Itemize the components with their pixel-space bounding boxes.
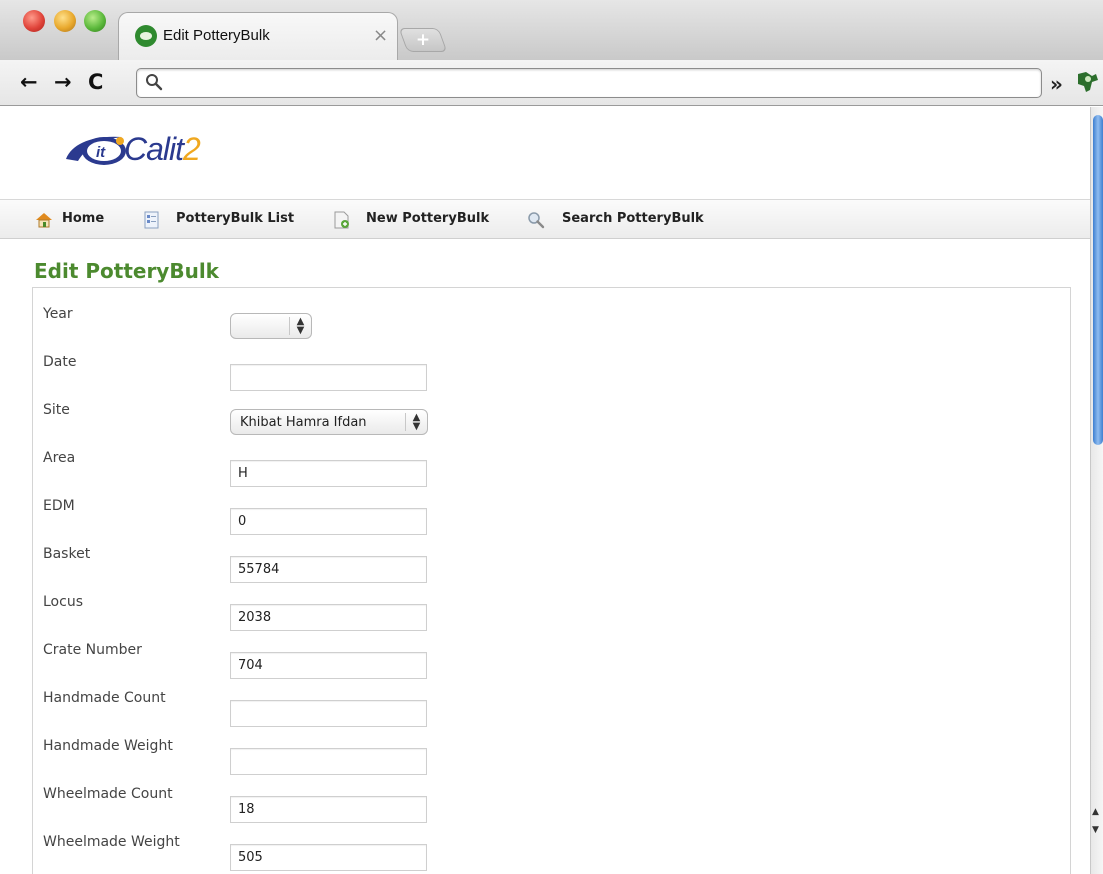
area-field[interactable]: H bbox=[230, 460, 427, 487]
scrollbar-thumb[interactable] bbox=[1093, 115, 1103, 445]
field-label: Area bbox=[43, 450, 76, 466]
extension-icon[interactable] bbox=[1074, 68, 1100, 96]
field-label: Basket bbox=[43, 546, 91, 562]
form-row-area: Area H bbox=[33, 450, 1070, 490]
year-select[interactable]: ▲ ▼ bbox=[230, 313, 312, 339]
close-window-button[interactable] bbox=[23, 10, 45, 32]
form-row-basket: Basket 55784 bbox=[33, 546, 1070, 586]
form-row-wheelmade-count: Wheelmade Count 18 bbox=[33, 786, 1070, 826]
locus-field[interactable]: 2038 bbox=[230, 604, 427, 631]
field-label: Date bbox=[43, 354, 77, 370]
tab-close-icon[interactable]: × bbox=[373, 25, 388, 46]
nav-label-new: New PotteryBulk bbox=[366, 211, 490, 226]
nav-label-list: PotteryBulk List bbox=[176, 211, 295, 226]
new-document-icon bbox=[334, 211, 349, 229]
wheelmade-count-field[interactable]: 18 bbox=[230, 796, 427, 823]
form-row-edm: EDM 0 bbox=[33, 498, 1070, 538]
select-value: Khibat Hamra Ifdan bbox=[240, 415, 367, 430]
tab-title: Edit PotteryBulk bbox=[163, 27, 270, 44]
basket-field[interactable]: 55784 bbox=[230, 556, 427, 583]
logo-badge-text: it bbox=[96, 144, 106, 161]
page-title: Edit PotteryBulk bbox=[34, 259, 219, 283]
plus-icon: + bbox=[415, 30, 431, 50]
zoom-window-button[interactable] bbox=[84, 10, 106, 32]
handmade-count-field[interactable] bbox=[230, 700, 427, 727]
select-arrows-icon: ▲ ▼ bbox=[289, 317, 311, 336]
home-icon bbox=[36, 213, 52, 228]
search-icon bbox=[528, 212, 545, 229]
logo-wordmark: Calit2 bbox=[124, 131, 201, 168]
scroll-up-arrow-icon[interactable]: ▲ bbox=[1092, 807, 1099, 817]
wheelmade-weight-field[interactable]: 505 bbox=[230, 844, 427, 871]
browser-toolbar: ← → C » bbox=[0, 60, 1103, 106]
handmade-weight-field[interactable] bbox=[230, 748, 427, 775]
edit-form: Year ▲ ▼ Date Site Khibat Hamra Ifdan ▲ ▼ … bbox=[32, 287, 1071, 874]
browser-tab[interactable]: Edit PotteryBulk × bbox=[118, 12, 398, 60]
field-label: EDM bbox=[43, 498, 75, 514]
form-row-handmade-weight: Handmade Weight bbox=[33, 738, 1070, 778]
date-field[interactable] bbox=[230, 364, 427, 391]
form-row-site: Site Khibat Hamra Ifdan ▲ ▼ bbox=[33, 402, 1070, 442]
field-label: Site bbox=[43, 402, 70, 418]
crate-number-field[interactable]: 704 bbox=[230, 652, 427, 679]
back-button[interactable]: ← bbox=[20, 70, 38, 94]
page-content: it Calit2 Home PotteryBulk List New Pott… bbox=[0, 107, 1090, 874]
new-tab-button[interactable]: + bbox=[398, 28, 448, 52]
favicon-icon bbox=[135, 25, 157, 47]
logo-suffix: 2 bbox=[183, 131, 201, 167]
forward-button[interactable]: → bbox=[54, 70, 72, 94]
form-row-handmade-count: Handmade Count bbox=[33, 690, 1070, 730]
field-label: Year bbox=[43, 306, 73, 322]
field-label: Handmade Count bbox=[43, 690, 166, 706]
browser-tab-strip: Edit PotteryBulk × + bbox=[0, 0, 1103, 60]
nav-label-home: Home bbox=[62, 211, 105, 226]
form-row-crate-number: Crate Number 704 bbox=[33, 642, 1070, 682]
logo-name: Calit bbox=[124, 131, 184, 167]
reload-button[interactable]: C bbox=[88, 70, 103, 94]
field-label: Handmade Weight bbox=[43, 738, 173, 754]
logo-swoosh-icon: it bbox=[66, 136, 126, 165]
nav-label-search: Search PotteryBulk bbox=[562, 211, 704, 226]
minimize-window-button[interactable] bbox=[54, 10, 76, 32]
site-select[interactable]: Khibat Hamra Ifdan ▲ ▼ bbox=[230, 409, 428, 435]
field-label: Crate Number bbox=[43, 642, 142, 658]
field-label: Wheelmade Weight bbox=[43, 834, 180, 850]
form-row-locus: Locus 2038 bbox=[33, 594, 1070, 634]
app-navbar: Home PotteryBulk List New PotteryBulk Se… bbox=[0, 199, 1090, 239]
list-icon bbox=[144, 211, 159, 229]
field-label: Locus bbox=[43, 594, 83, 610]
vertical-scrollbar[interactable]: ▲ ▼ bbox=[1090, 107, 1103, 874]
toolbar-overflow-icon[interactable]: » bbox=[1050, 72, 1063, 96]
form-row-date: Date bbox=[33, 354, 1070, 394]
edm-field[interactable]: 0 bbox=[230, 508, 427, 535]
scroll-down-arrow-icon[interactable]: ▼ bbox=[1092, 825, 1099, 835]
magnifier-icon bbox=[146, 74, 163, 91]
field-label: Wheelmade Count bbox=[43, 786, 173, 802]
form-row-year: Year ▲ ▼ bbox=[33, 306, 1070, 346]
address-bar[interactable] bbox=[136, 68, 1042, 98]
form-row-wheelmade-weight: Wheelmade Weight 505 bbox=[33, 834, 1070, 874]
select-arrows-icon: ▲ ▼ bbox=[405, 413, 427, 432]
